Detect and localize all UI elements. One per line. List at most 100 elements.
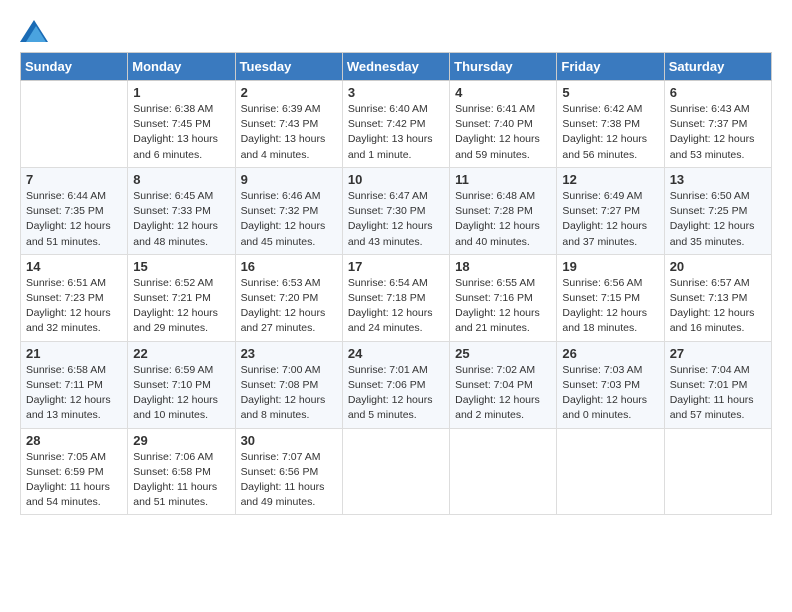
day-info: Sunrise: 6:59 AM Sunset: 7:10 PM Dayligh… (133, 363, 229, 424)
header-tuesday: Tuesday (235, 53, 342, 81)
header-saturday: Saturday (664, 53, 771, 81)
day-number: 4 (455, 85, 551, 100)
header-friday: Friday (557, 53, 664, 81)
day-number: 5 (562, 85, 658, 100)
calendar-cell: 9 Sunrise: 6:46 AM Sunset: 7:32 PM Daylig… (235, 167, 342, 254)
day-info: Sunrise: 7:02 AM Sunset: 7:04 PM Dayligh… (455, 363, 551, 424)
day-number: 2 (241, 85, 337, 100)
day-info: Sunrise: 6:41 AM Sunset: 7:40 PM Dayligh… (455, 102, 551, 163)
calendar-cell: 29Sunrise: 7:06 AM Sunset: 6:58 PM Dayli… (128, 428, 235, 515)
calendar-cell: 15 Sunrise: 6:52 AM Sunset: 7:21 PM Dayli… (128, 254, 235, 341)
calendar-cell: 8 Sunrise: 6:45 AM Sunset: 7:33 PM Daylig… (128, 167, 235, 254)
day-number: 24 (348, 346, 444, 361)
calendar-cell: 18 Sunrise: 6:55 AM Sunset: 7:16 PM Dayli… (450, 254, 557, 341)
calendar-cell (557, 428, 664, 515)
day-info: Sunrise: 6:58 AM Sunset: 7:11 PM Dayligh… (26, 363, 122, 424)
page-header (20, 20, 772, 42)
day-info: Sunrise: 6:47 AM Sunset: 7:30 PM Dayligh… (348, 189, 444, 250)
day-number: 26 (562, 346, 658, 361)
calendar-cell: 11 Sunrise: 6:48 AM Sunset: 7:28 PM Dayli… (450, 167, 557, 254)
calendar-cell: 23 Sunrise: 7:00 AM Sunset: 7:08 PM Dayli… (235, 341, 342, 428)
calendar-cell (450, 428, 557, 515)
day-number: 16 (241, 259, 337, 274)
calendar-cell: 21 Sunrise: 6:58 AM Sunset: 7:11 PM Dayli… (21, 341, 128, 428)
day-info: Sunrise: 7:06 AM Sunset: 6:58 PM Dayligh… (133, 450, 229, 511)
week-row-2: 7 Sunrise: 6:44 AM Sunset: 7:35 PM Daylig… (21, 167, 772, 254)
day-info: Sunrise: 6:53 AM Sunset: 7:20 PM Dayligh… (241, 276, 337, 337)
calendar-cell: 25 Sunrise: 7:02 AM Sunset: 7:04 PM Dayli… (450, 341, 557, 428)
calendar-cell (342, 428, 449, 515)
day-number: 21 (26, 346, 122, 361)
day-info: Sunrise: 6:40 AM Sunset: 7:42 PM Dayligh… (348, 102, 444, 163)
day-info: Sunrise: 6:50 AM Sunset: 7:25 PM Dayligh… (670, 189, 766, 250)
day-info: Sunrise: 6:45 AM Sunset: 7:33 PM Dayligh… (133, 189, 229, 250)
day-info: Sunrise: 7:01 AM Sunset: 7:06 PM Dayligh… (348, 363, 444, 424)
day-number: 19 (562, 259, 658, 274)
day-info: Sunrise: 6:51 AM Sunset: 7:23 PM Dayligh… (26, 276, 122, 337)
calendar-cell: 30 Sunrise: 7:07 AM Sunset: 6:56 PM Dayli… (235, 428, 342, 515)
day-info: Sunrise: 6:38 AM Sunset: 7:45 PM Dayligh… (133, 102, 229, 163)
header-wednesday: Wednesday (342, 53, 449, 81)
day-number: 30 (241, 433, 337, 448)
day-info: Sunrise: 6:49 AM Sunset: 7:27 PM Dayligh… (562, 189, 658, 250)
day-number: 10 (348, 172, 444, 187)
calendar-cell: 17Sunrise: 6:54 AM Sunset: 7:18 PM Dayli… (342, 254, 449, 341)
header-monday: Monday (128, 53, 235, 81)
calendar-cell: 16 Sunrise: 6:53 AM Sunset: 7:20 PM Dayli… (235, 254, 342, 341)
calendar-cell (664, 428, 771, 515)
calendar-cell: 13Sunrise: 6:50 AM Sunset: 7:25 PM Dayli… (664, 167, 771, 254)
day-number: 27 (670, 346, 766, 361)
day-info: Sunrise: 6:48 AM Sunset: 7:28 PM Dayligh… (455, 189, 551, 250)
calendar-cell: 28 Sunrise: 7:05 AM Sunset: 6:59 PM Dayli… (21, 428, 128, 515)
day-info: Sunrise: 6:55 AM Sunset: 7:16 PM Dayligh… (455, 276, 551, 337)
day-number: 20 (670, 259, 766, 274)
calendar-cell: 4 Sunrise: 6:41 AM Sunset: 7:40 PM Daylig… (450, 81, 557, 168)
calendar-cell: 12 Sunrise: 6:49 AM Sunset: 7:27 PM Dayli… (557, 167, 664, 254)
day-info: Sunrise: 6:39 AM Sunset: 7:43 PM Dayligh… (241, 102, 337, 163)
calendar-cell: 3 Sunrise: 6:40 AM Sunset: 7:42 PM Daylig… (342, 81, 449, 168)
calendar-cell: 7 Sunrise: 6:44 AM Sunset: 7:35 PM Daylig… (21, 167, 128, 254)
calendar-header-row: SundayMondayTuesdayWednesdayThursdayFrid… (21, 53, 772, 81)
calendar-cell: 22Sunrise: 6:59 AM Sunset: 7:10 PM Dayli… (128, 341, 235, 428)
week-row-5: 28 Sunrise: 7:05 AM Sunset: 6:59 PM Dayli… (21, 428, 772, 515)
day-info: Sunrise: 6:42 AM Sunset: 7:38 PM Dayligh… (562, 102, 658, 163)
day-number: 7 (26, 172, 122, 187)
day-number: 14 (26, 259, 122, 274)
day-number: 8 (133, 172, 229, 187)
day-info: Sunrise: 6:52 AM Sunset: 7:21 PM Dayligh… (133, 276, 229, 337)
header-sunday: Sunday (21, 53, 128, 81)
calendar-cell: 2 Sunrise: 6:39 AM Sunset: 7:43 PM Daylig… (235, 81, 342, 168)
calendar-cell (21, 81, 128, 168)
calendar-cell: 19 Sunrise: 6:56 AM Sunset: 7:15 PM Dayli… (557, 254, 664, 341)
day-number: 3 (348, 85, 444, 100)
day-info: Sunrise: 6:54 AM Sunset: 7:18 PM Dayligh… (348, 276, 444, 337)
calendar-cell: 1Sunrise: 6:38 AM Sunset: 7:45 PM Daylig… (128, 81, 235, 168)
day-number: 25 (455, 346, 551, 361)
day-number: 18 (455, 259, 551, 274)
calendar-table: SundayMondayTuesdayWednesdayThursdayFrid… (20, 52, 772, 515)
week-row-1: 1Sunrise: 6:38 AM Sunset: 7:45 PM Daylig… (21, 81, 772, 168)
day-info: Sunrise: 6:44 AM Sunset: 7:35 PM Dayligh… (26, 189, 122, 250)
calendar-cell: 5 Sunrise: 6:42 AM Sunset: 7:38 PM Daylig… (557, 81, 664, 168)
calendar-cell: 20Sunrise: 6:57 AM Sunset: 7:13 PM Dayli… (664, 254, 771, 341)
calendar-cell: 14 Sunrise: 6:51 AM Sunset: 7:23 PM Dayli… (21, 254, 128, 341)
day-number: 15 (133, 259, 229, 274)
day-number: 11 (455, 172, 551, 187)
day-info: Sunrise: 7:00 AM Sunset: 7:08 PM Dayligh… (241, 363, 337, 424)
day-number: 28 (26, 433, 122, 448)
day-info: Sunrise: 6:56 AM Sunset: 7:15 PM Dayligh… (562, 276, 658, 337)
calendar-cell: 10 Sunrise: 6:47 AM Sunset: 7:30 PM Dayli… (342, 167, 449, 254)
logo (20, 20, 52, 42)
day-info: Sunrise: 7:07 AM Sunset: 6:56 PM Dayligh… (241, 450, 337, 511)
day-number: 6 (670, 85, 766, 100)
week-row-3: 14 Sunrise: 6:51 AM Sunset: 7:23 PM Dayli… (21, 254, 772, 341)
calendar-cell: 24 Sunrise: 7:01 AM Sunset: 7:06 PM Dayli… (342, 341, 449, 428)
logo-icon (20, 20, 48, 42)
day-info: Sunrise: 7:05 AM Sunset: 6:59 PM Dayligh… (26, 450, 122, 511)
day-number: 12 (562, 172, 658, 187)
day-number: 23 (241, 346, 337, 361)
day-info: Sunrise: 7:04 AM Sunset: 7:01 PM Dayligh… (670, 363, 766, 424)
day-number: 9 (241, 172, 337, 187)
day-info: Sunrise: 6:46 AM Sunset: 7:32 PM Dayligh… (241, 189, 337, 250)
week-row-4: 21 Sunrise: 6:58 AM Sunset: 7:11 PM Dayli… (21, 341, 772, 428)
